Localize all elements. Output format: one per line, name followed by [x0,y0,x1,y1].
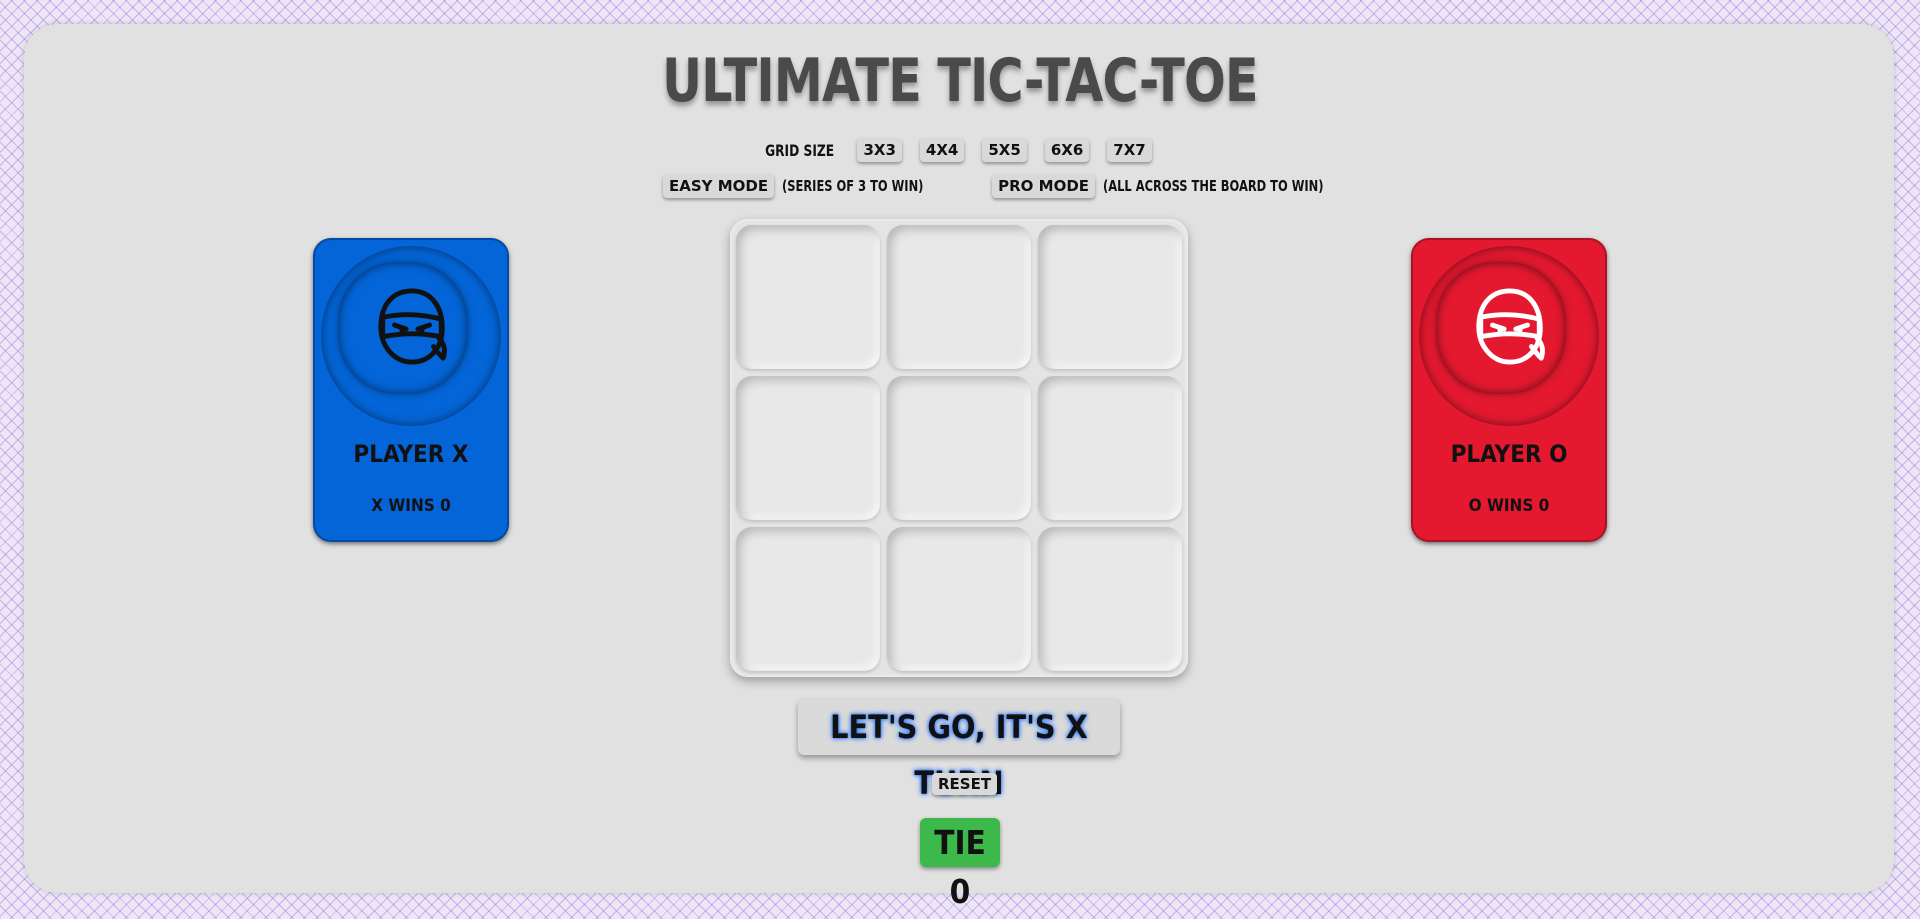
grid-size-label: GRID SIZE [765,140,835,160]
grid-4x4-button[interactable]: 4X4 [919,138,965,162]
player-x-wins: X WINS 0 [371,496,451,516]
easy-mode-button[interactable]: EASY MODE [663,174,775,198]
board-cell[interactable] [736,527,880,671]
tie-counter: TIE 0 [920,818,1000,911]
board-cell[interactable] [887,527,1031,671]
board-cell[interactable] [1038,376,1182,520]
grid-3x3-button[interactable]: 3X3 [857,138,902,162]
board-cell[interactable] [1038,225,1182,369]
page-title: ULTIMATE TIC-TAC-TOE [662,46,1258,116]
turn-status: LET'S GO, IT'S X TURN [798,699,1120,802]
pro-mode-button[interactable]: PRO MODE [992,174,1096,198]
ninja-icon [1476,288,1545,365]
game-board [730,219,1188,677]
grid-5x5-button[interactable]: 5X5 [982,138,1027,162]
player-x-card: PLAYER X X WINS 0 [313,238,509,542]
mode-selector: EASY MODE (SERIES OF 3 TO WIN) PRO MODE … [660,174,1360,198]
player-o-name: PLAYER O [1450,440,1568,468]
easy-mode-note: (SERIES OF 3 TO WIN) [782,177,924,195]
board-cell[interactable] [736,376,880,520]
board-cell[interactable] [736,225,880,369]
player-o-wins: O WINS 0 [1468,496,1550,516]
reset-button[interactable]: RESET [932,773,998,795]
player-x-name: PLAYER X [353,440,469,468]
pro-mode-note: (ALL ACROSS THE BOARD TO WIN) [1103,177,1324,195]
board-cell[interactable] [887,225,1031,369]
board-cell[interactable] [1038,527,1182,671]
board-cell[interactable] [887,376,1031,520]
ninja-icon [378,288,447,365]
grid-7x7-button[interactable]: 7X7 [1107,138,1152,162]
player-o-card: PLAYER O O WINS 0 [1411,238,1607,542]
grid-size-selector: GRID SIZE 3X3 4X4 5X5 6X6 7X7 [0,138,1920,162]
grid-6x6-button[interactable]: 6X6 [1044,138,1090,162]
